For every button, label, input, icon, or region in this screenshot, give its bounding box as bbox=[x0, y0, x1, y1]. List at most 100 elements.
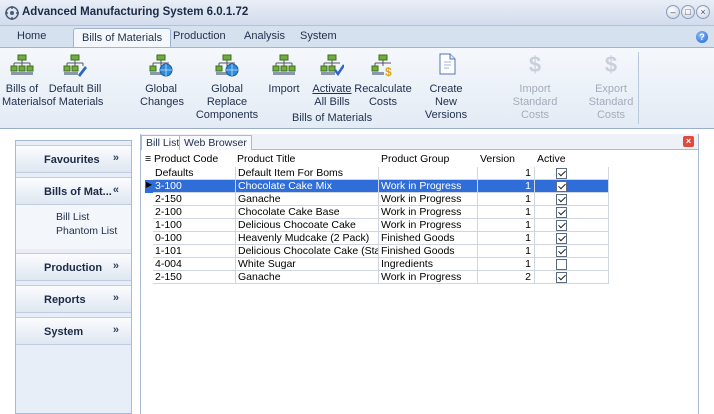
column-header-version[interactable]: Version bbox=[480, 153, 534, 166]
chevron-down-icon: » bbox=[112, 260, 119, 272]
cell-product-group: Work in Progress bbox=[379, 180, 478, 193]
tab-web-browser[interactable]: Web Browser bbox=[179, 135, 252, 150]
help-icon[interactable]: ? bbox=[696, 31, 708, 43]
table-row[interactable]: ▶ 3-100 Chocolate Cake Mix Work in Progress… bbox=[145, 180, 609, 193]
cell-product-code: 0-100 bbox=[153, 232, 236, 245]
cell-product-title: Delicious Chocolate Cake (Staged) bbox=[236, 245, 379, 258]
cell-product-group: Work in Progress bbox=[379, 206, 478, 219]
global-replace-components-button[interactable]: Global Replace Components bbox=[192, 48, 262, 122]
nav-item-bill-list[interactable]: Bill List bbox=[56, 211, 89, 223]
active-checkbox[interactable] bbox=[556, 194, 567, 205]
table-row[interactable]: 4-004 White Sugar Ingredients 1 bbox=[145, 258, 609, 271]
cell-active bbox=[535, 206, 609, 219]
dollar-icon: $ bbox=[604, 52, 618, 77]
content-tab-bar: Bill List Web Browser × bbox=[141, 134, 698, 150]
tab-bills-of-materials[interactable]: Bills of Materials bbox=[73, 28, 172, 48]
activate-all-bills-button[interactable]: Activate All Bills bbox=[309, 48, 355, 109]
table-row[interactable]: 1-100 Delicious Chocoate Cake Work in Prog… bbox=[145, 219, 609, 232]
cell-product-title: Default Item For Boms bbox=[236, 167, 379, 180]
cell-product-title: Ganache bbox=[236, 271, 379, 284]
nav-section-production[interactable]: Production » bbox=[16, 253, 131, 281]
table-row[interactable]: 1-101Delicious Chocolate Cake (Staged)Fi… bbox=[145, 245, 609, 258]
cell-active bbox=[535, 180, 609, 193]
tab-system[interactable]: System bbox=[300, 30, 337, 42]
cell-active bbox=[535, 245, 609, 258]
nav-section-bills-of-materials[interactable]: Bills of Mat... « bbox=[16, 177, 131, 205]
cell-product-code: 2-150 bbox=[153, 271, 236, 284]
cell-product-group: Ingredients bbox=[379, 258, 478, 271]
import-button[interactable]: Import bbox=[267, 48, 301, 96]
svg-text:$: $ bbox=[385, 65, 392, 77]
cell-version: 2 bbox=[478, 271, 535, 284]
cell-version: 1 bbox=[478, 193, 535, 206]
column-header-product-code[interactable]: Product Code bbox=[154, 153, 234, 166]
bom-replace-icon bbox=[215, 54, 239, 77]
title-bar: Advanced Manufacturing System 6.0.1.72 –… bbox=[0, 0, 714, 26]
bom-cost-icon: $ bbox=[371, 54, 392, 79]
cell-product-code: 4-004 bbox=[153, 258, 236, 271]
cell-product-title: Heavenly Mudcake (2 Pack) bbox=[236, 232, 379, 245]
active-checkbox[interactable] bbox=[556, 272, 567, 283]
cell-version: 1 bbox=[478, 232, 535, 245]
cell-version: 1 bbox=[478, 180, 535, 193]
bills-of-materials-button[interactable]: Bills of Materials bbox=[2, 48, 47, 109]
close-icon[interactable]: × bbox=[683, 136, 694, 147]
active-checkbox[interactable] bbox=[556, 220, 567, 231]
minimize-button[interactable]: – bbox=[666, 5, 680, 19]
cell-active bbox=[535, 258, 609, 271]
table-row[interactable]: 2-150 Ganache Work in Progress 2 bbox=[145, 271, 609, 284]
dollar-icon: $ bbox=[528, 52, 542, 77]
table-row[interactable]: Defaults Default Item For Boms 1 bbox=[145, 167, 609, 180]
tab-analysis[interactable]: Analysis bbox=[244, 30, 285, 42]
global-changes-button[interactable]: Global Changes bbox=[140, 48, 184, 109]
table-row[interactable]: 2-100 Chocolate Cake Base Work in Progress… bbox=[145, 206, 609, 219]
active-checkbox[interactable] bbox=[556, 168, 567, 179]
chevron-down-icon: » bbox=[112, 324, 119, 336]
cell-product-group: Finished Goods bbox=[379, 232, 478, 245]
cell-product-code: 1-101 bbox=[153, 245, 236, 258]
ribbon-group-label: Bills of Materials bbox=[292, 112, 373, 124]
import-standard-costs-button[interactable]: $ Import Standard Costs bbox=[498, 48, 572, 122]
cell-active bbox=[535, 193, 609, 206]
cell-version: 1 bbox=[478, 167, 535, 180]
active-checkbox[interactable] bbox=[556, 246, 567, 257]
nav-section-favourites[interactable]: Favourites » bbox=[16, 145, 131, 173]
active-checkbox[interactable] bbox=[556, 259, 567, 270]
tab-production[interactable]: Production bbox=[173, 30, 226, 42]
nav-section-reports[interactable]: Reports » bbox=[16, 285, 131, 313]
ribbon-tab-bar: Home Bills of Materials Production Analy… bbox=[0, 26, 714, 48]
recalculate-costs-button[interactable]: $ Recalculate Costs bbox=[354, 48, 412, 109]
close-window-button[interactable]: × bbox=[696, 5, 710, 19]
app-logo-icon bbox=[5, 6, 19, 20]
bom-nav-list: Bill List Phantom List bbox=[16, 205, 131, 249]
tab-home[interactable]: Home bbox=[17, 30, 46, 42]
active-checkbox[interactable] bbox=[556, 207, 567, 218]
create-new-versions-button[interactable]: Create New Versions bbox=[418, 48, 474, 122]
active-checkbox[interactable] bbox=[556, 181, 567, 192]
column-header-product-group[interactable]: Product Group bbox=[381, 153, 477, 166]
document-copy-icon bbox=[439, 53, 455, 75]
cell-product-title: Chocolate Cake Mix bbox=[236, 180, 379, 193]
nav-section-system[interactable]: System » bbox=[16, 317, 131, 345]
table-row[interactable]: 0-100 Heavenly Mudcake (2 Pack) Finished G… bbox=[145, 232, 609, 245]
maximize-button[interactable]: □ bbox=[681, 5, 695, 19]
default-bill-button[interactable]: Default Bill of Materials bbox=[46, 48, 104, 109]
nav-item-phantom-list[interactable]: Phantom List bbox=[56, 225, 117, 237]
window-title: Advanced Manufacturing System 6.0.1.72 bbox=[22, 6, 249, 18]
cell-version: 1 bbox=[478, 245, 535, 258]
cell-product-title: Delicious Chocoate Cake bbox=[236, 219, 379, 232]
grid-header: ≡ Product Code Product Title Product Gro… bbox=[145, 153, 609, 167]
navigation-panel: Favourites » Bills of Mat... « Bill List… bbox=[15, 140, 132, 414]
column-header-active[interactable]: Active bbox=[537, 153, 597, 166]
cell-product-code: 1-100 bbox=[153, 219, 236, 232]
cell-active bbox=[535, 271, 609, 284]
bom-icon bbox=[10, 54, 34, 75]
table-row[interactable]: 2-150 Ganache Work in Progress 1 bbox=[145, 193, 609, 206]
cell-product-group: Work in Progress bbox=[379, 219, 478, 232]
export-standard-costs-button[interactable]: $ Export Standard Costs bbox=[574, 48, 648, 122]
cell-product-group: Finished Goods bbox=[379, 245, 478, 258]
active-checkbox[interactable] bbox=[556, 233, 567, 244]
column-header-product-title[interactable]: Product Title bbox=[237, 153, 377, 166]
bom-edit-icon bbox=[63, 54, 87, 77]
tab-bill-list[interactable]: Bill List bbox=[141, 135, 185, 150]
